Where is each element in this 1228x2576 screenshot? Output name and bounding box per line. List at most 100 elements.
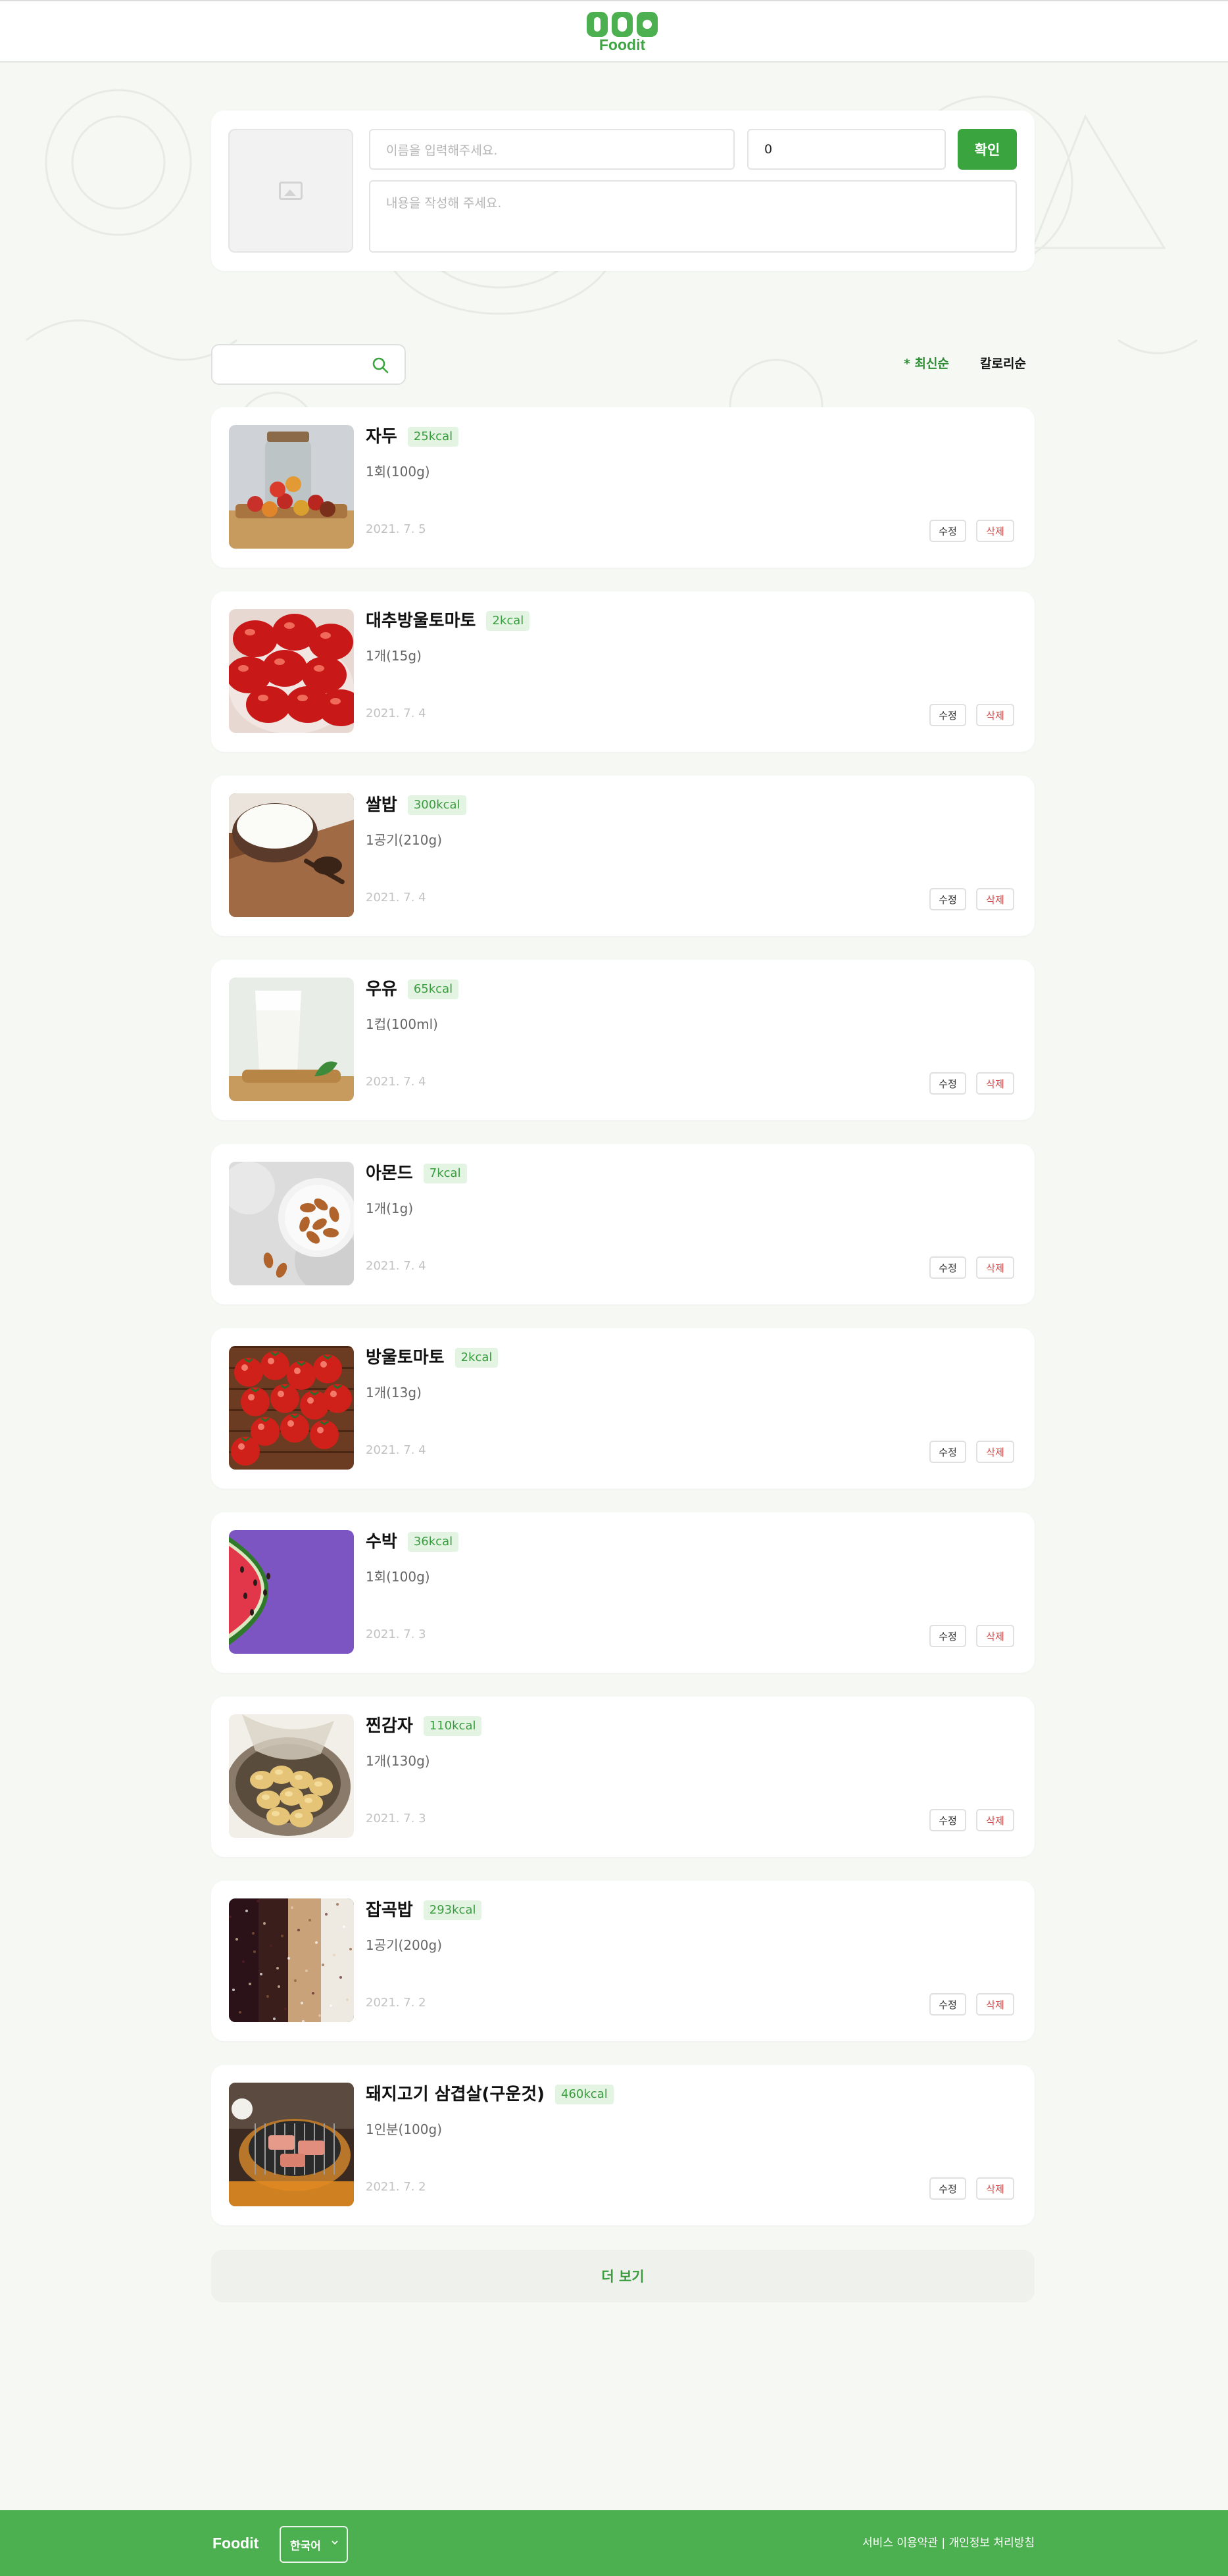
food-title: 찐감자 110kcal [366, 1715, 482, 1737]
delete-button[interactable]: 삭제 [976, 1072, 1014, 1095]
food-date: 2021. 7. 2 [366, 2180, 426, 2194]
food-name: 쌀밥 [366, 795, 397, 815]
footer-policy-links[interactable]: 서비스 이용약관 | 개인정보 처리방침 [862, 2535, 1035, 2551]
food-name: 방울토마토 [366, 1348, 445, 1368]
delete-button[interactable]: 삭제 [976, 1809, 1014, 1831]
kcal-badge: 7kcal [423, 1164, 467, 1183]
sort-calorie-button[interactable]: 칼로리순 [980, 355, 1026, 372]
food-date: 2021. 7. 4 [366, 1259, 426, 1273]
food-title: 쌀밥 300kcal [366, 794, 466, 816]
food-name-input[interactable]: 이름을 입력해주세요. [369, 129, 735, 170]
food-card: 돼지고기 삼겹살(구운것) 460kcal 1인분(100g) 2021. 7.… [211, 2065, 1035, 2225]
food-serving: 1컵(100ml) [366, 1016, 438, 1032]
food-card: 잡곡밥 293kcal 1공기(200g) 2021. 7. 2 수정 삭제 [211, 1881, 1035, 2041]
food-date: 2021. 7. 2 [366, 1996, 426, 2010]
food-serving: 1회(100g) [366, 1569, 430, 1585]
sort-latest-button[interactable]: * 최신순 [904, 355, 949, 372]
load-more-button[interactable]: 더 보기 [211, 2250, 1035, 2302]
food-title: 대추방울토마토 2kcal [366, 610, 530, 632]
food-name: 돼지고기 삼겹살(구운것) [366, 2085, 545, 2104]
foodit-logo[interactable]: Foodit [584, 12, 660, 55]
delete-button[interactable]: 삭제 [976, 704, 1014, 726]
food-serving: 1개(1g) [366, 1201, 414, 1216]
food-date: 2021. 7. 4 [366, 1443, 426, 1457]
food-serving: 1개(130g) [366, 1753, 430, 1769]
kcal-badge: 25kcal [407, 427, 459, 447]
kcal-badge: 293kcal [423, 1900, 482, 1920]
food-card: 자두 25kcal 1회(100g) 2021. 7. 5 수정 삭제 [211, 407, 1035, 568]
food-title: 자두 25kcal [366, 426, 459, 448]
food-card: 수박 36kcal 1회(100g) 2021. 7. 3 수정 삭제 [211, 1512, 1035, 1673]
food-name: 우유 [366, 979, 397, 999]
food-image [229, 2083, 354, 2206]
food-image [229, 793, 354, 917]
photo-upload-button[interactable] [228, 129, 353, 253]
edit-button[interactable]: 수정 [929, 1809, 966, 1831]
edit-button[interactable]: 수정 [929, 520, 966, 542]
edit-button[interactable]: 수정 [929, 1441, 966, 1463]
food-serving: 1인분(100g) [366, 2121, 442, 2137]
edit-button[interactable]: 수정 [929, 888, 966, 910]
food-name: 아몬드 [366, 1164, 413, 1183]
food-image [229, 1346, 354, 1470]
delete-button[interactable]: 삭제 [976, 2177, 1014, 2200]
kcal-badge: 110kcal [423, 1716, 482, 1736]
kcal-badge: 2kcal [454, 1348, 499, 1368]
food-serving: 1공기(200g) [366, 1937, 442, 1953]
food-card: 우유 65kcal 1컵(100ml) 2021. 7. 4 수정 삭제 [211, 960, 1035, 1120]
food-image [229, 1162, 354, 1285]
food-title: 방울토마토 2kcal [366, 1347, 499, 1369]
kcal-badge: 65kcal [407, 979, 459, 999]
delete-button[interactable]: 삭제 [976, 1441, 1014, 1463]
food-image [229, 1714, 354, 1838]
food-image [229, 609, 354, 733]
food-serving: 1개(13g) [366, 1385, 422, 1400]
food-name: 찐감자 [366, 1716, 413, 1736]
food-name: 대추방울토마토 [366, 611, 476, 631]
confirm-button[interactable]: 확인 [958, 129, 1017, 170]
food-image [229, 425, 354, 549]
delete-button[interactable]: 삭제 [976, 1993, 1014, 2016]
edit-button[interactable]: 수정 [929, 704, 966, 726]
food-name: 잡곡밥 [366, 1900, 413, 1920]
kcal-badge: 300kcal [407, 795, 466, 815]
food-image [229, 978, 354, 1101]
food-title: 돼지고기 삼겹살(구운것) 460kcal [366, 2083, 614, 2106]
kcal-badge: 2kcal [486, 611, 530, 631]
food-composer-form: 이름을 입력해주세요. 0 확인 내용을 작성해 주세요. [211, 111, 1035, 271]
food-date: 2021. 7. 3 [366, 1812, 426, 1825]
food-date: 2021. 7. 4 [366, 891, 426, 904]
edit-button[interactable]: 수정 [929, 2177, 966, 2200]
kcal-badge: 36kcal [407, 1532, 459, 1552]
site-header: Foodit [0, 0, 1228, 62]
image-placeholder-icon [279, 182, 303, 200]
edit-button[interactable]: 수정 [929, 1072, 966, 1095]
food-date: 2021. 7. 4 [366, 706, 426, 720]
delete-button[interactable]: 삭제 [976, 1625, 1014, 1647]
logo-icon [584, 12, 660, 37]
food-card: 아몬드 7kcal 1개(1g) 2021. 7. 4 수정 삭제 [211, 1144, 1035, 1304]
site-footer: Foodit 한국어 서비스 이용약관 | 개인정보 처리방침 [0, 2510, 1228, 2576]
language-select[interactable]: 한국어 [280, 2526, 348, 2563]
food-image [229, 1530, 354, 1654]
food-card: 쌀밥 300kcal 1공기(210g) 2021. 7. 4 수정 삭제 [211, 776, 1035, 936]
food-name: 자두 [366, 427, 397, 447]
search-icon[interactable] [372, 357, 389, 374]
food-serving: 1공기(210g) [366, 832, 442, 848]
delete-button[interactable]: 삭제 [976, 520, 1014, 542]
chevron-down-icon [332, 2540, 338, 2545]
search-input[interactable] [211, 344, 406, 385]
calorie-input[interactable]: 0 [747, 129, 946, 170]
edit-button[interactable]: 수정 [929, 1625, 966, 1647]
food-card: 대추방울토마토 2kcal 1개(15g) 2021. 7. 4 수정 삭제 [211, 591, 1035, 752]
edit-button[interactable]: 수정 [929, 1256, 966, 1279]
delete-button[interactable]: 삭제 [976, 1256, 1014, 1279]
content-textarea[interactable]: 내용을 작성해 주세요. [369, 180, 1017, 253]
food-serving: 1회(100g) [366, 464, 430, 480]
food-title: 아몬드 7kcal [366, 1162, 467, 1185]
kcal-badge: 460kcal [555, 2085, 614, 2104]
food-image [229, 1898, 354, 2022]
food-date: 2021. 7. 3 [366, 1627, 426, 1641]
edit-button[interactable]: 수정 [929, 1993, 966, 2016]
delete-button[interactable]: 삭제 [976, 888, 1014, 910]
